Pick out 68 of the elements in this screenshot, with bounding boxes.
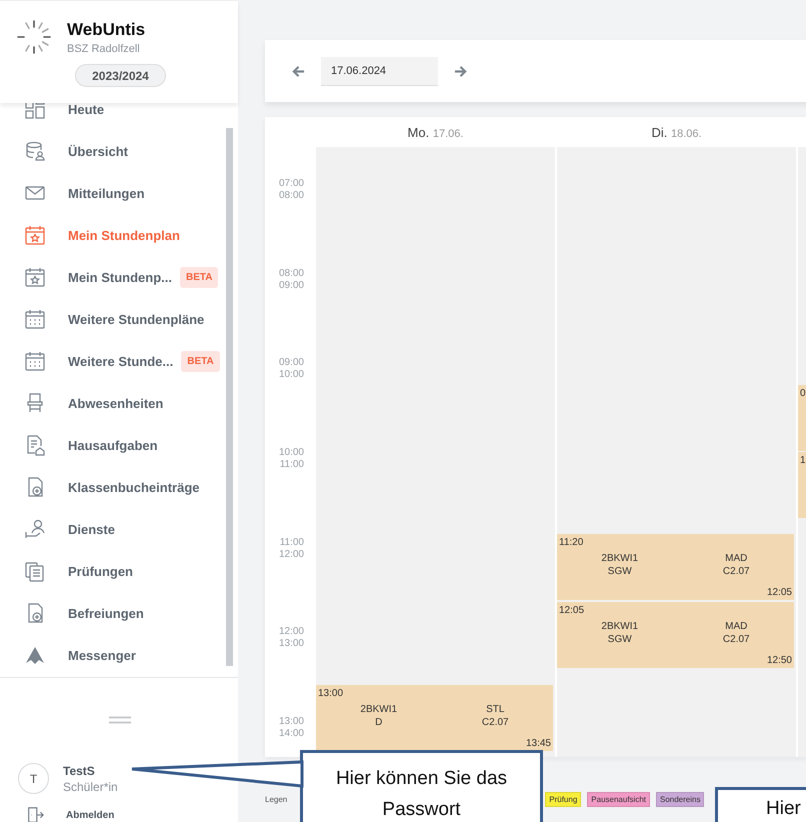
lesson-block[interactable]: 12:05 2BKWI1 SGW MAD C2.07 12:50	[557, 602, 794, 668]
menu-item[interactable]: Befreiungen	[0, 592, 238, 634]
lesson-teacher-room: STL C2.07	[482, 702, 509, 729]
menu-item[interactable]: Mitteilungen	[0, 172, 238, 214]
database-user-icon	[24, 140, 46, 162]
dashboard-icon	[24, 103, 46, 120]
day-header: Mo. 17.06.	[406, 124, 464, 140]
date-field[interactable]: 17.06.2024	[321, 56, 438, 86]
menu-item[interactable]: Abwesenheiten	[0, 382, 238, 424]
lesson-start-time: 12:05	[559, 604, 586, 616]
lesson-teacher-room: MAD C2.07	[722, 620, 750, 646]
menu-item[interactable]: Weitere Stundenpläne	[0, 298, 238, 340]
lesson-start-time: 11:20	[559, 536, 584, 548]
callout-text: Hier	[766, 798, 801, 819]
beta-badge: BETA	[181, 350, 220, 372]
arrow-right-icon[interactable]	[454, 64, 467, 78]
legend-chip: Pausenaufsicht	[587, 792, 650, 807]
arrow-left-icon[interactable]	[292, 64, 305, 78]
menu-item[interactable]: Heute	[0, 103, 238, 130]
beta-badge: BETA	[180, 266, 218, 288]
time-label: 13:00 14:00	[278, 716, 304, 740]
user-name[interactable]: TestS	[63, 764, 118, 778]
legend-label: Legen	[265, 795, 288, 804]
lesson-start-time: 13:00	[318, 688, 344, 699]
scrollbar[interactable]	[226, 128, 233, 666]
menu-item[interactable]: Übersicht	[0, 130, 238, 172]
callout-text: Hier können Sie das Passwort	[336, 768, 508, 820]
menu-item[interactable]: Messenger	[0, 634, 238, 676]
lesson-end-time: 12:05	[766, 587, 792, 598]
time-label: 12:00 13:00	[278, 626, 304, 650]
time-label: 08:00 09:00	[278, 268, 304, 292]
app-title: WebUntis	[67, 20, 146, 40]
menu-item[interactable]: Klassenbucheinträge	[0, 466, 238, 508]
legend-chip: Prüfung	[545, 792, 582, 807]
lesson-teacher-room: MAD C2.07	[722, 552, 750, 578]
menu-item[interactable]: Prüfungen	[0, 550, 238, 592]
menu-item[interactable]: Weitere Stunde... BETA	[0, 340, 238, 382]
documents-icon	[24, 560, 46, 582]
menu-item[interactable]: Dienste	[0, 508, 238, 550]
school-year-button[interactable]: 2023/2024	[75, 64, 166, 87]
lesson-block[interactable]: 0	[798, 385, 806, 451]
lesson-block[interactable]: 11:20 2BKWI1 SGW MAD C2.07 12:05	[557, 534, 794, 600]
menu-item[interactable]: Mein Stundenp... BETA	[0, 256, 238, 298]
calendar-grid-icon	[24, 308, 46, 330]
time-label: 07:00 08:00	[278, 178, 304, 202]
time-label: 10:00 11:00	[278, 447, 304, 472]
time-label: 11:00 12:00	[278, 536, 304, 561]
lesson-class: 2BKWI1 SGW	[601, 552, 638, 578]
lesson-end-time: 13:45	[526, 738, 551, 750]
lesson-class: 2BKWI1 SGW	[601, 620, 638, 646]
lesson-block[interactable]: 1	[798, 452, 806, 518]
menu-item[interactable]: Hausaufgaben	[0, 424, 238, 466]
school-name: BSZ Radolfzell	[67, 42, 141, 54]
logout-icon	[26, 806, 44, 822]
calendar-grid-icon	[24, 350, 46, 372]
time-label: 09:00 10:00	[278, 357, 304, 382]
day-header: Di. 18.06.	[650, 124, 703, 140]
legend-chip: Sondereins	[656, 792, 704, 807]
user-role: Schüler*in	[63, 780, 118, 794]
lesson-class: 2BKWI1 D	[360, 702, 398, 729]
logo-icon	[16, 19, 52, 55]
menu-item[interactable]: Mein Stundenplan	[0, 214, 238, 256]
drag-handle-icon[interactable]	[109, 716, 131, 724]
lesson-block[interactable]: 13:00 2BKWI1 D STL C2.07 13:45	[316, 684, 553, 752]
user-avatar[interactable]: T	[18, 763, 49, 794]
lesson-end-time: 12:50	[766, 655, 792, 666]
person-hand-icon	[24, 518, 46, 540]
logout-item[interactable]: Abmelden	[0, 794, 238, 822]
